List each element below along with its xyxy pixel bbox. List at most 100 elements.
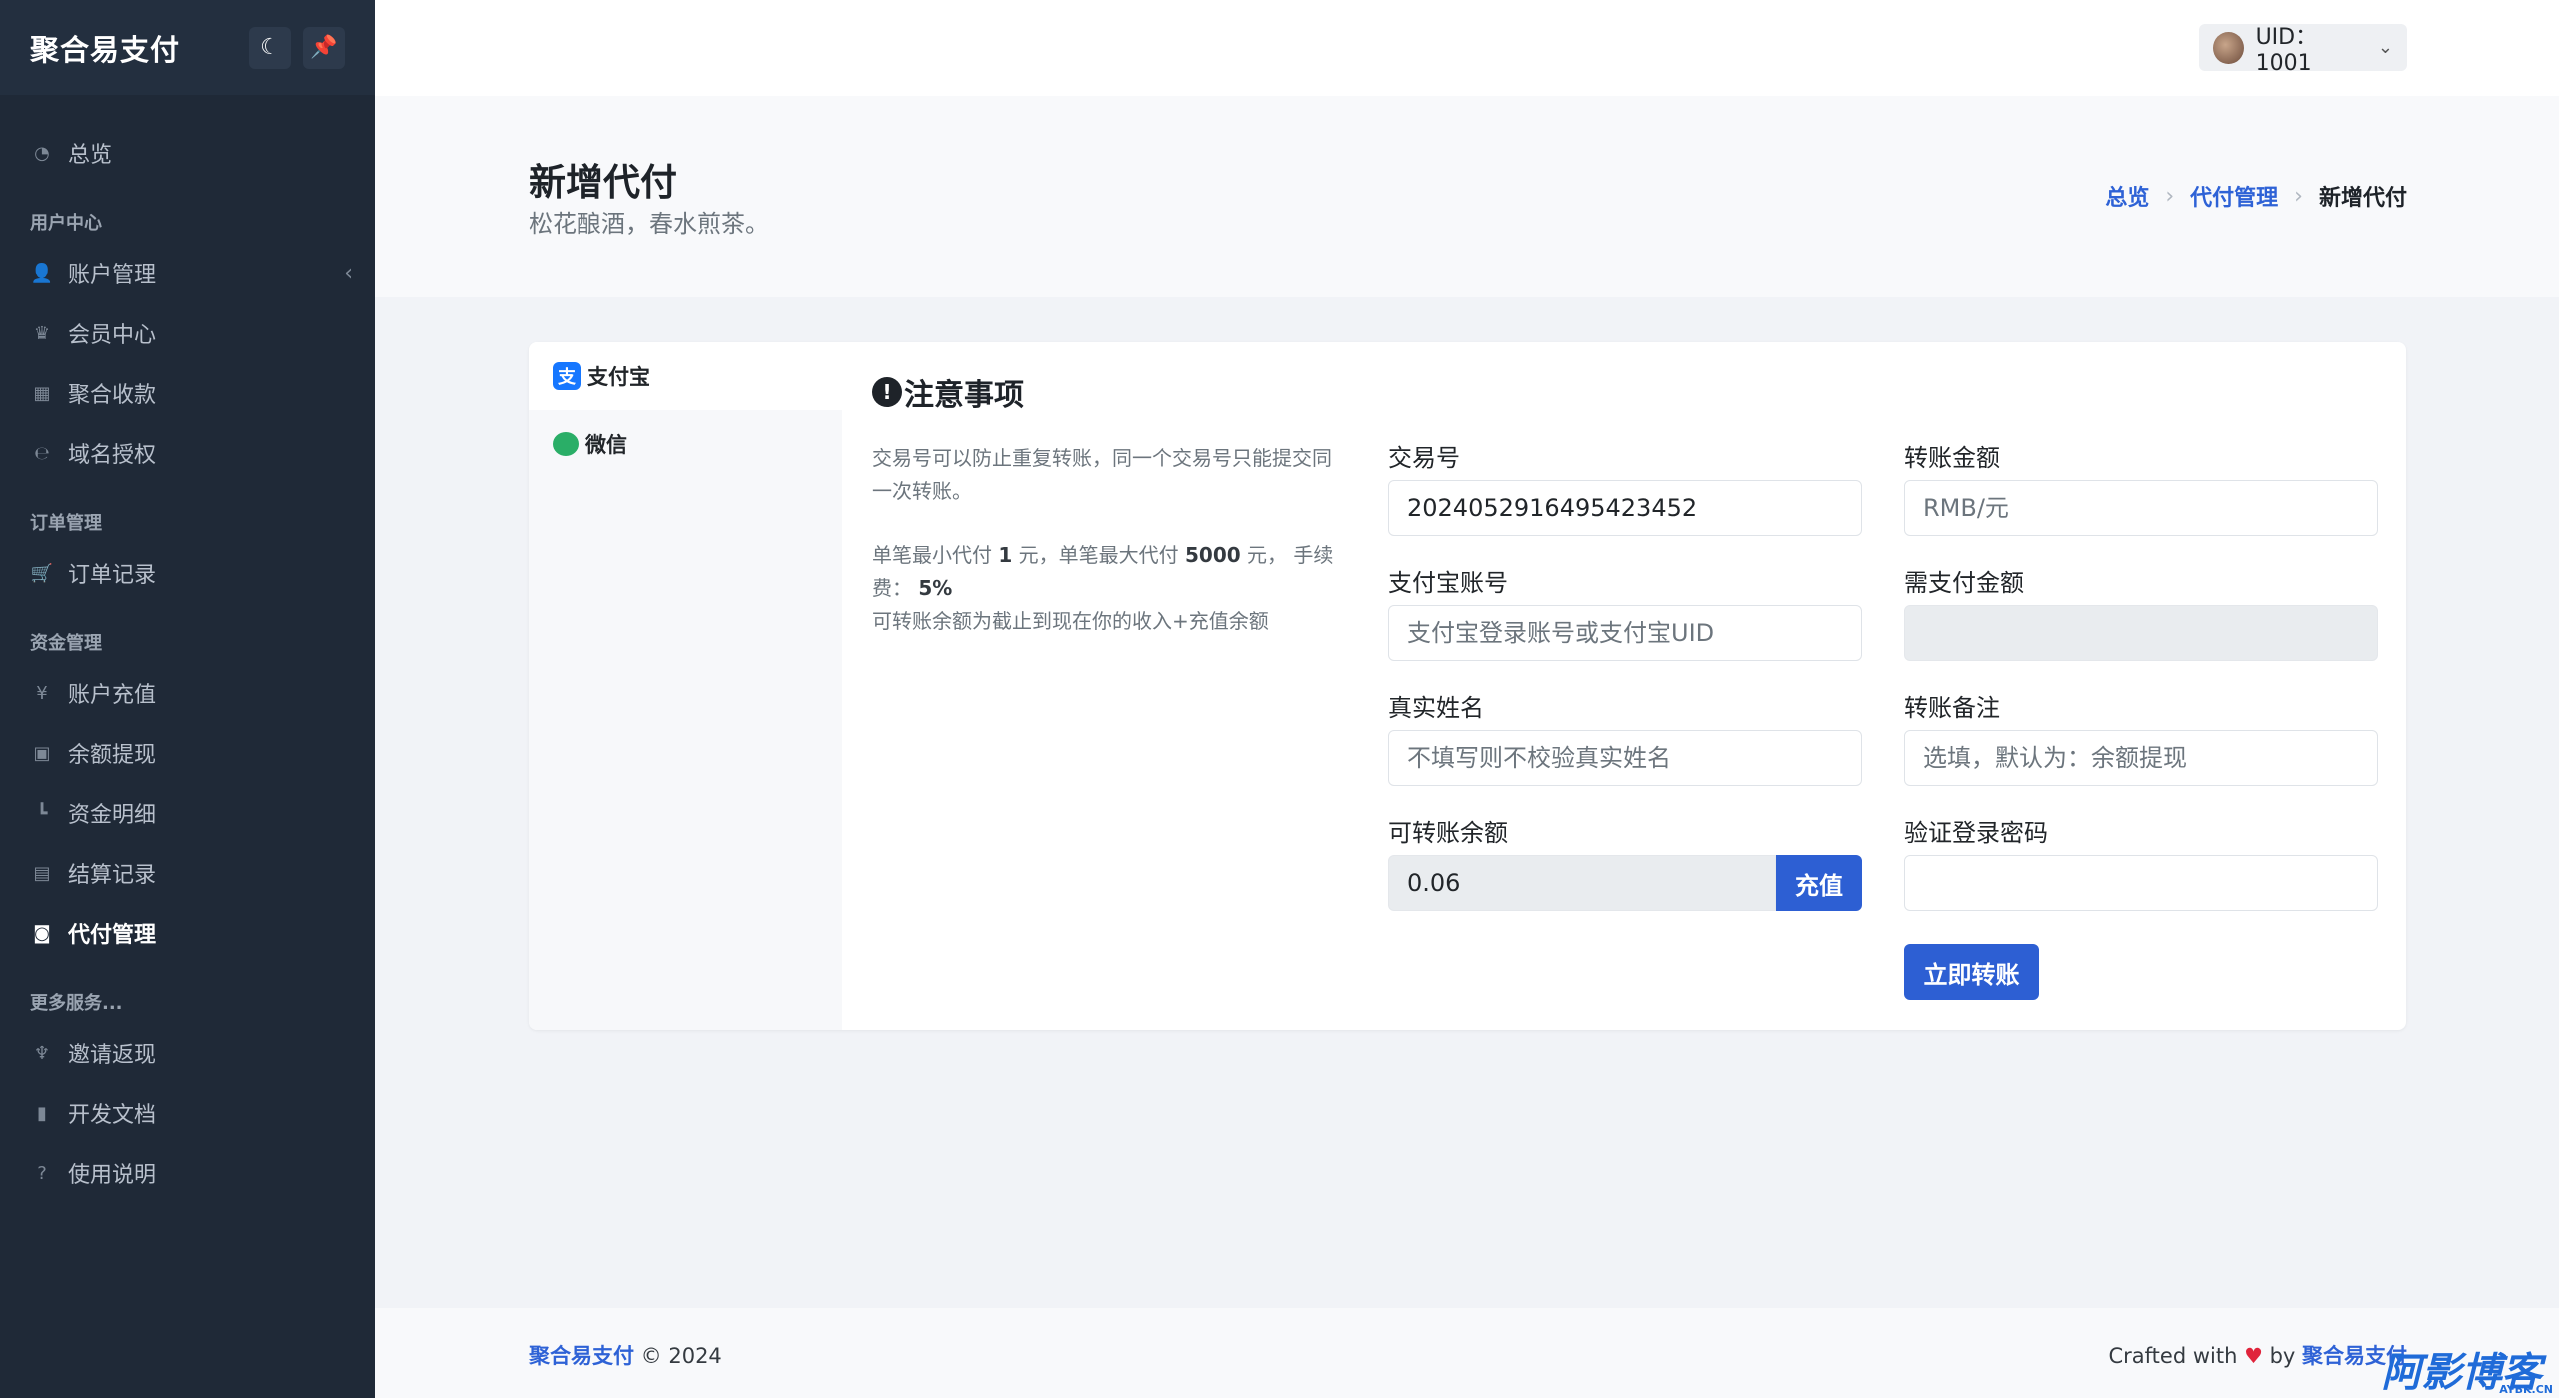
need-pay-field: 需支付金额 (1904, 561, 2378, 661)
sidebar-item-label: 订单记录 (68, 563, 157, 588)
footer-copyright: 聚合易支付 © 2024 (529, 1344, 722, 1368)
max-amount: 5000 (1185, 543, 1241, 567)
sidebar-item-usage-guide[interactable]: ? 使用说明 (0, 1143, 375, 1203)
need-pay-label: 需支付金额 (1904, 569, 2024, 597)
chevron-left-icon: ‹ (344, 260, 353, 286)
sidebar-item-label: 会员中心 (68, 323, 157, 348)
sidebar-item-fund-details[interactable]: ┗ 资金明细 (0, 783, 375, 843)
remark-field: 转账备注 (1904, 686, 2378, 786)
sidebar-item-payout-management[interactable]: ◙ 代付管理 (0, 903, 375, 963)
user-menu-button[interactable]: UID：1001 ⌄ (2199, 24, 2407, 76)
sidebar-section-title: 更多服务... (30, 993, 123, 1014)
footer: 聚合易支付 © 2024 Crafted with ♥ by 聚合易支付 (375, 1308, 2559, 1398)
sidebar-item-label: 资金明细 (68, 803, 157, 828)
sidebar-item-balance-withdraw[interactable]: ▣ 余额提现 (0, 723, 375, 783)
handshake-icon: ♆ (33, 1042, 51, 1064)
footer-brand-link[interactable]: 聚合易支付 (529, 1344, 634, 1368)
theme-toggle-icon[interactable]: ☾ (249, 26, 291, 69)
fee-rate: 5% (918, 576, 953, 600)
amount-field: 转账金额 (1904, 436, 2378, 536)
notice-line-2: 单笔最小代付 1 元，单笔最大代付 5000 元， 手续费： 5% (872, 543, 1334, 600)
chevron-right-icon: › (2165, 183, 2175, 209)
remark-label: 转账备注 (1904, 694, 2000, 722)
payout-icon: ◙ (33, 922, 51, 944)
sidebar-item-label: 域名授权 (68, 443, 157, 468)
exclamation-circle-icon: ! (872, 377, 902, 407)
sidebar-item-member-center[interactable]: ♛ 会员中心 (0, 303, 375, 363)
sidebar-nav: ◔ 总览 用户中心 👤 账户管理 ‹ ♛ 会员中心 ▦ 聚合收款 ℮ 域名授权 订单管理 🛒 订单记录 资金管… (0, 95, 375, 1203)
user-icon: 👤 (30, 262, 54, 284)
notice-text: 交易号可以防止重复转账，同一个交易号只能提交同一次转账。 单笔最小代付 1 元，… (872, 442, 1342, 638)
sidebar-item-order-records[interactable]: 🛒 订单记录 (0, 543, 375, 603)
breadcrumb-overview[interactable]: 总览 (2105, 180, 2149, 212)
notice-line-1: 交易号可以防止重复转账，同一个交易号只能提交同一次转账。 (872, 446, 1332, 503)
sidebar-item-account-recharge[interactable]: ¥ 账户充值 (0, 663, 375, 723)
real-name-field: 真实姓名 (1388, 686, 1862, 786)
sidebar-item-label: 账户充值 (68, 683, 157, 708)
page-hero: 新增代付 松花酿酒，春水煎茶。 总览 › 代付管理 › 新增代付 (375, 96, 2559, 297)
money-icon: ▣ (33, 742, 51, 764)
amount-input[interactable] (1904, 480, 2378, 536)
sidebar-item-overview[interactable]: ◔ 总览 (0, 123, 375, 183)
sidebar-item-dev-docs[interactable]: ▮ 开发文档 (0, 1083, 375, 1143)
sidebar-section-title: 用户中心 (30, 213, 102, 234)
balance-input-group: 充值 (1388, 855, 1862, 911)
cart-icon: 🛒 (30, 562, 54, 584)
submit-transfer-button[interactable]: 立即转账 (1904, 944, 2039, 1000)
chevron-down-icon: ⌄ (2377, 37, 2393, 58)
crown-icon: ♛ (33, 322, 51, 344)
breadcrumb-payout-management[interactable]: 代付管理 (2190, 180, 2278, 212)
alipay-account-label: 支付宝账号 (1388, 569, 1508, 597)
sidebar-item-label: 代付管理 (68, 923, 157, 948)
pin-sidebar-icon[interactable]: 📌 (303, 26, 345, 69)
sidebar-item-settlement-records[interactable]: ▤ 结算记录 (0, 843, 375, 903)
sidebar-item-aggregate-collection[interactable]: ▦ 聚合收款 (0, 363, 375, 423)
tab-label: 支付宝 (587, 365, 650, 389)
dashboard-icon: ◔ (34, 142, 50, 164)
watermark-logo: 阿影博客 AYBK.CN (2381, 1350, 2554, 1396)
top-header: UID：1001 ⌄ (375, 0, 2559, 96)
page-subtitle: 松花酿酒，春水煎茶。 (529, 210, 769, 238)
sidebar-item-domain-authorization[interactable]: ℮ 域名授权 (0, 423, 375, 483)
payout-card: 支 支付宝 微信 ! 注意事项 交易号可以防止重复转账，同一个交易号只能提交同一… (529, 342, 2406, 1030)
recharge-button[interactable]: 充值 (1776, 855, 1862, 911)
edge-icon: ℮ (34, 442, 50, 464)
breadcrumb-current: 新增代付 (2318, 186, 2407, 211)
password-field: 验证登录密码 (1904, 811, 2378, 911)
amount-label: 转账金额 (1904, 444, 2000, 472)
sidebar-item-account-management[interactable]: 👤 账户管理 ‹ (0, 243, 375, 303)
sidebar-item-label: 开发文档 (68, 1103, 157, 1128)
trade-no-label: 交易号 (1388, 444, 1460, 472)
tab-wechat[interactable]: 微信 (529, 410, 842, 478)
real-name-input[interactable] (1388, 730, 1862, 786)
tab-alipay[interactable]: 支 支付宝 (529, 342, 842, 410)
brand-logo[interactable]: 聚合易支付 (30, 27, 237, 69)
password-label: 验证登录密码 (1904, 819, 2048, 847)
balance-label: 可转账余额 (1388, 819, 1508, 847)
real-name-label: 真实姓名 (1388, 694, 1484, 722)
sidebar-item-invite-rebate[interactable]: ♆ 邀请返现 (0, 1023, 375, 1083)
footer-credit: Crafted with ♥ by 聚合易支付 (2108, 1344, 2407, 1368)
qrcode-icon: ▦ (33, 382, 51, 404)
password-input[interactable] (1904, 855, 2378, 911)
sidebar-item-label: 账户管理 (68, 263, 157, 288)
wechat-icon (553, 432, 579, 456)
trade-no-input[interactable] (1388, 480, 1862, 536)
chart-icon: ┗ (36, 802, 48, 824)
page-title: 新增代付 (529, 161, 677, 204)
alipay-icon: 支 (553, 362, 581, 390)
book-icon: ▮ (37, 1102, 47, 1124)
sidebar-item-label: 余额提现 (68, 743, 157, 768)
trade-no-field: 交易号 (1388, 436, 1862, 536)
sidebar-item-label: 聚合收款 (68, 383, 157, 408)
question-icon: ? (37, 1162, 47, 1184)
sidebar-item-label: 总览 (68, 143, 113, 168)
need-pay-input (1904, 605, 2378, 661)
heart-icon: ♥ (2244, 1344, 2263, 1368)
alipay-account-input[interactable] (1388, 605, 1862, 661)
sidebar: 聚合易支付 ☾ 📌 ◔ 总览用户中心 👤 账户管理 ‹ ♛ 会员中心 ▦ 聚合收款 ℮ 域名授权订单… (0, 0, 375, 1398)
payment-method-tabs: 支 支付宝 微信 (529, 342, 842, 1030)
tab-label: 微信 (585, 433, 627, 457)
balance-input (1388, 855, 1776, 911)
remark-input[interactable] (1904, 730, 2378, 786)
